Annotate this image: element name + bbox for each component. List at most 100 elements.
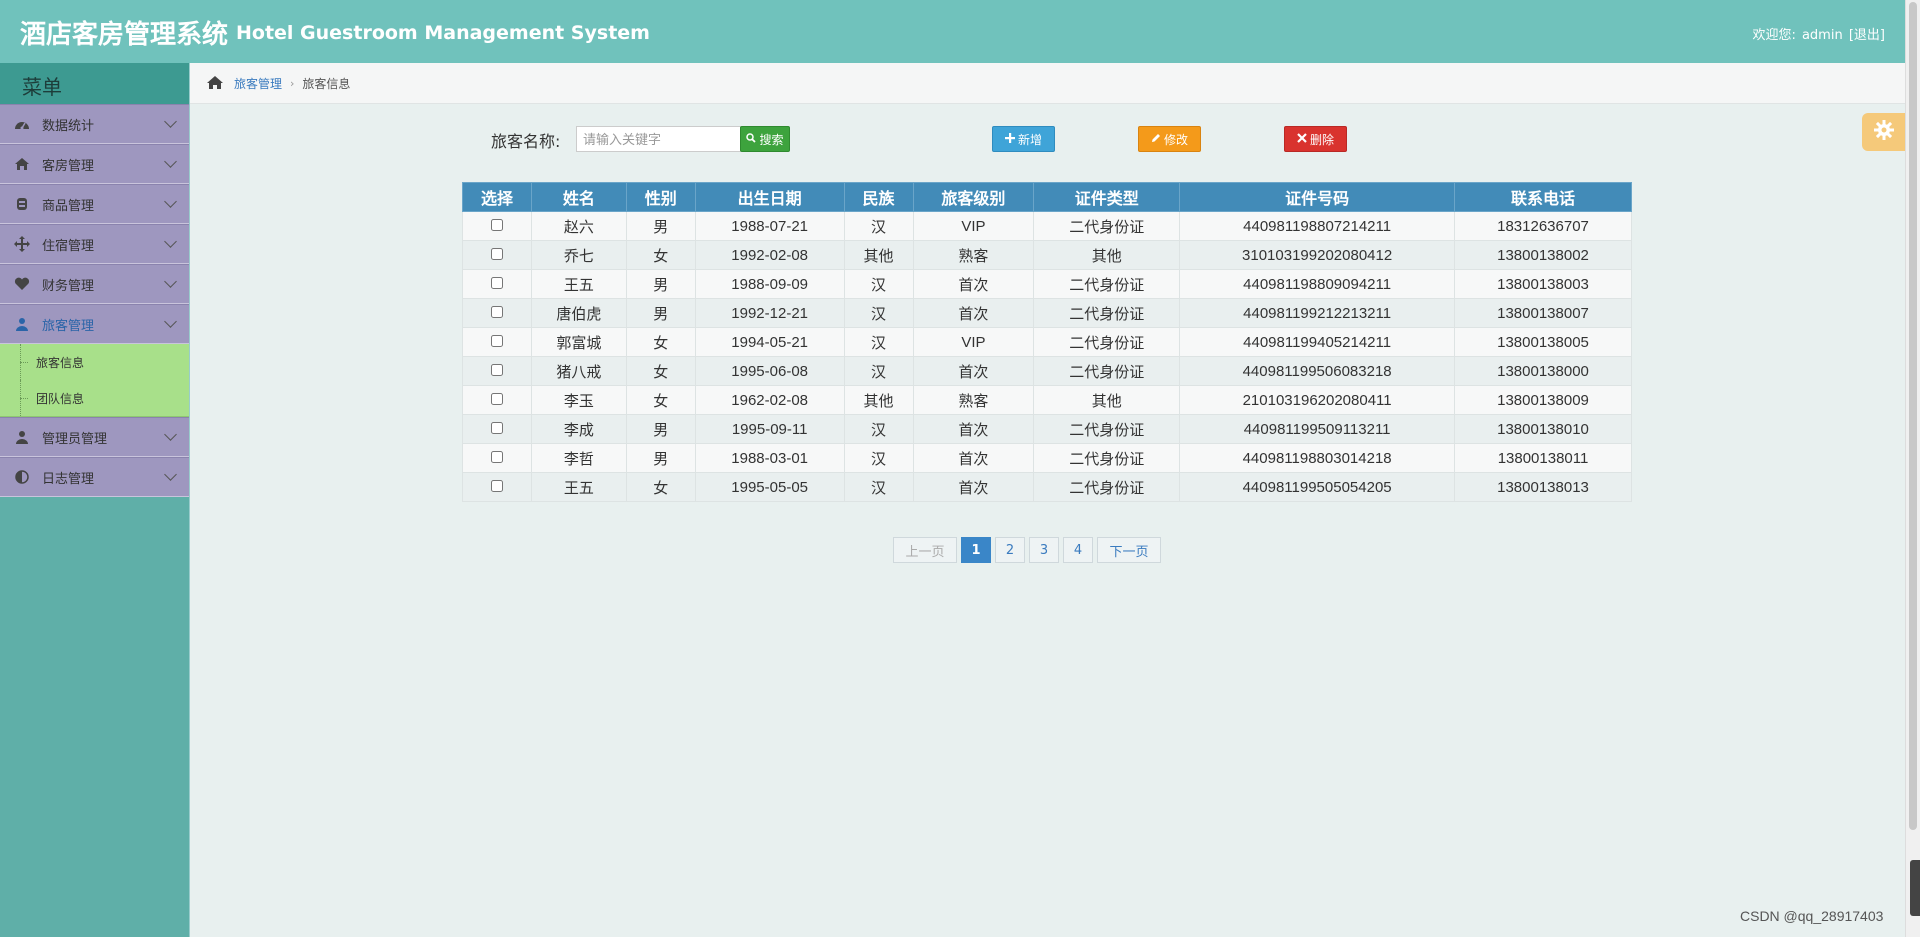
vertical-scrollbar[interactable]	[1905, 0, 1920, 937]
sidebar-item-label: 商品管理	[42, 198, 95, 214]
table-cell: 赵六	[530, 211, 627, 241]
table-cell: 440981198803014218	[1179, 443, 1456, 473]
table-cell: 王五	[530, 472, 627, 502]
table-cell: 汉	[843, 211, 914, 241]
add-button[interactable]: 新增	[992, 126, 1055, 152]
sidebar-item-statistics[interactable]: 数据统计	[0, 104, 189, 144]
select-cell	[462, 240, 532, 270]
home-icon	[12, 156, 32, 172]
plus-icon	[1004, 132, 1015, 146]
table-row[interactable]: 乔七女 1992-02-08 其他 熟客 其他 310103199202080412 138…	[462, 240, 1632, 270]
table-cell: 13800138011	[1454, 443, 1632, 473]
row-select-checkbox[interactable]	[490, 392, 503, 405]
sidebar-item-logs[interactable]: 日志管理	[0, 457, 189, 497]
column-header: 证件号码	[1179, 182, 1456, 212]
sidebar-item-finance[interactable]: 财务管理	[0, 264, 189, 304]
row-select-checkbox[interactable]	[490, 363, 503, 376]
scrollbar-thumb[interactable]	[1909, 2, 1917, 830]
select-cell	[462, 356, 532, 386]
search-input[interactable]	[576, 126, 741, 152]
table-cell: 女	[625, 385, 696, 415]
prev-page-button[interactable]: 上一页	[893, 537, 957, 563]
edit-button-label: 修改	[1163, 132, 1188, 147]
settings-button[interactable]	[1862, 113, 1905, 151]
table-row[interactable]: 郭富城女 1994-05-21 汉 VIP 二代身份证 44098119940521421…	[462, 327, 1632, 357]
chevron-down-icon	[164, 428, 177, 441]
table-row[interactable]: 李成男 1995-09-11 汉首次 二代身份证 440981199509113211 1…	[462, 414, 1632, 444]
sidebar-item-label: 客房管理	[42, 158, 95, 174]
table-row[interactable]: 王五女 1995-05-05 汉首次 二代身份证 440981199505054205 1…	[462, 472, 1632, 502]
sidebar: 菜单 数据统计 客房管理 商品管理 住宿管理 财务管理 旅客管理 旅客信息 团队…	[0, 63, 190, 937]
table-row[interactable]: 李玉女 1962-02-08 其他 熟客 其他 210103196202080411 138…	[462, 385, 1632, 415]
table-cell: 其他	[843, 385, 914, 415]
table-cell: 熟客	[912, 240, 1035, 270]
table-cell: 13800138009	[1454, 385, 1632, 415]
table-cell: 440981199509113211	[1179, 414, 1456, 444]
table-cell: 二代身份证	[1033, 414, 1181, 444]
table-cell: 13800138003	[1454, 269, 1632, 299]
edit-button[interactable]: 修改	[1138, 126, 1201, 152]
table-row[interactable]: 李哲男 1988-03-01 汉首次 二代身份证 440981198803014218 1…	[462, 443, 1632, 473]
table-row[interactable]: 赵六男 1988-07-21 汉 VIP 二代身份证 440981198807214211…	[462, 211, 1632, 241]
select-cell	[462, 327, 532, 357]
table-cell: 首次	[912, 269, 1035, 299]
table-cell: 汉	[843, 472, 914, 502]
side-widget[interactable]	[1910, 860, 1920, 916]
row-select-checkbox[interactable]	[490, 450, 503, 463]
chevron-down-icon	[164, 315, 177, 328]
table-cell: 13800138010	[1454, 414, 1632, 444]
table-cell: 二代身份证	[1033, 356, 1181, 386]
table-cell: 440981198809094211	[1179, 269, 1456, 299]
table-cell: 二代身份证	[1033, 472, 1181, 502]
page-button-2[interactable]: 2	[995, 537, 1025, 563]
guest-table: 选择 姓名 性别 出生日期 民族 旅客级别 证件类型 证件号码 联系电话 赵六男 1988-07-…	[462, 182, 1632, 502]
page-button-3[interactable]: 3	[1029, 537, 1059, 563]
page-button-4[interactable]: 4	[1063, 537, 1093, 563]
table-cell: VIP	[912, 327, 1035, 357]
row-select-checkbox[interactable]	[490, 276, 503, 289]
row-select-checkbox[interactable]	[490, 305, 503, 318]
table-cell: 二代身份证	[1033, 298, 1181, 328]
table-row[interactable]: 王五男 1988-09-09 汉首次 二代身份证 440981198809094211 1…	[462, 269, 1632, 299]
select-cell	[462, 269, 532, 299]
table-cell: 二代身份证	[1033, 211, 1181, 241]
row-select-checkbox[interactable]	[490, 247, 503, 260]
submenu-guests: 旅客信息 团队信息	[0, 344, 189, 417]
table-row[interactable]: 唐伯虎男 1992-12-21 汉首次 二代身份证 440981199212213211…	[462, 298, 1632, 328]
table-cell: 李成	[530, 414, 627, 444]
table-cell: 李哲	[530, 443, 627, 473]
table-cell: 二代身份证	[1033, 327, 1181, 357]
menu-title: 菜单	[0, 63, 189, 104]
table-cell: 乔七	[530, 240, 627, 270]
breadcrumb-parent[interactable]: 旅客管理	[234, 75, 282, 92]
table-cell: 王五	[530, 269, 627, 299]
row-select-checkbox[interactable]	[490, 479, 503, 492]
row-select-checkbox[interactable]	[490, 334, 503, 347]
row-select-checkbox[interactable]	[490, 421, 503, 434]
sidebar-item-admins[interactable]: 管理员管理	[0, 417, 189, 457]
page-button-1[interactable]: 1	[961, 537, 991, 563]
next-page-button[interactable]: 下一页	[1097, 537, 1161, 563]
home-icon[interactable]	[206, 75, 224, 91]
select-cell	[462, 298, 532, 328]
table-cell: 13800138002	[1454, 240, 1632, 270]
sidebar-item-label: 住宿管理	[42, 238, 95, 254]
select-cell	[462, 472, 532, 502]
logout-link[interactable]: [退出]	[1849, 28, 1885, 43]
search-button[interactable]: 搜索	[740, 126, 790, 152]
sidebar-item-goods[interactable]: 商品管理	[0, 184, 189, 224]
delete-button[interactable]: 删除	[1284, 126, 1347, 152]
table-cell: 男	[625, 414, 696, 444]
row-select-checkbox[interactable]	[490, 218, 503, 231]
sidebar-item-guests[interactable]: 旅客管理	[0, 304, 189, 344]
sidebar-item-lodging[interactable]: 住宿管理	[0, 224, 189, 264]
column-header: 联系电话	[1454, 182, 1632, 212]
sidebar-item-rooms[interactable]: 客房管理	[0, 144, 189, 184]
submenu-item-team-info[interactable]: 团队信息	[0, 380, 189, 416]
submenu-item-guest-info[interactable]: 旅客信息	[0, 344, 189, 380]
sidebar-item-label: 管理员管理	[42, 431, 108, 447]
watermark: CSDN @qq_28917403	[1740, 908, 1884, 924]
table-cell: 男	[625, 211, 696, 241]
table-row[interactable]: 猪八戒女 1995-06-08 汉首次 二代身份证 440981199506083218…	[462, 356, 1632, 386]
search-label: 旅客名称:	[491, 132, 561, 151]
